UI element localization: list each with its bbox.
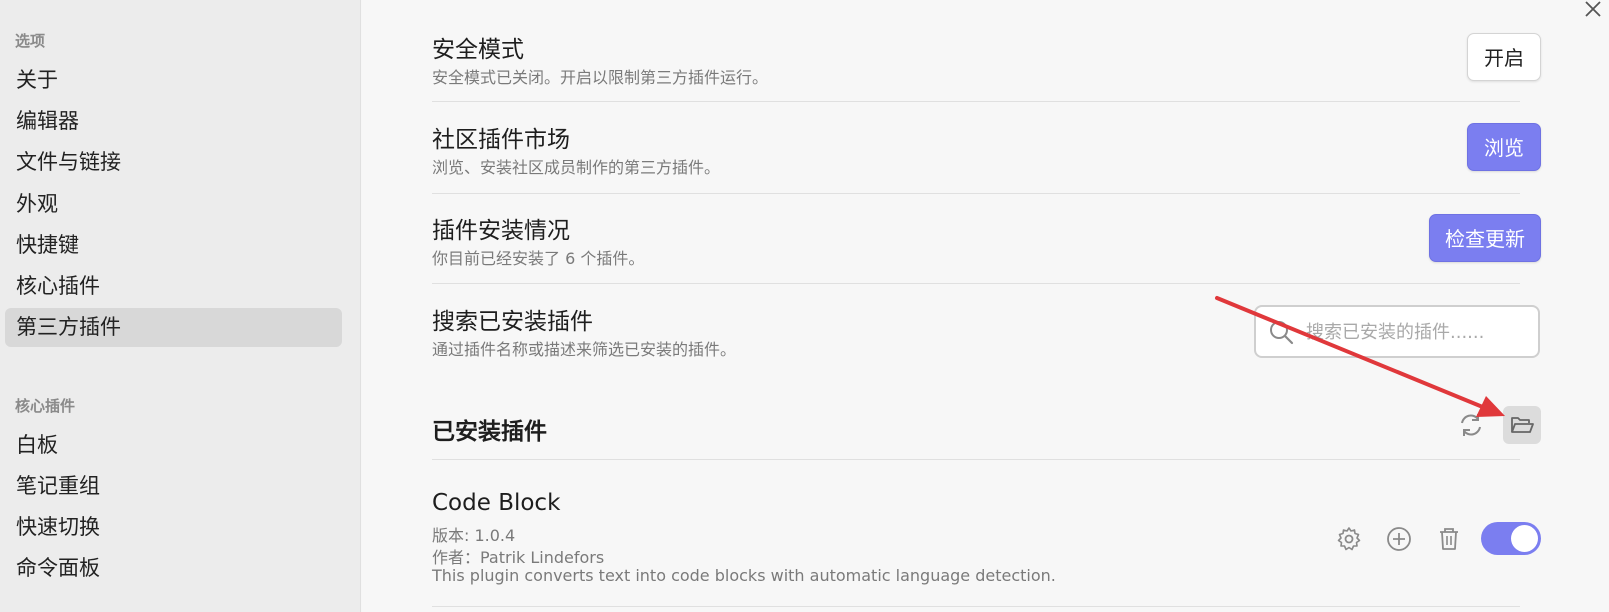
toggle-knob — [1511, 525, 1538, 552]
nav-item-appearance[interactable]: 外观 — [5, 185, 342, 224]
reload-icon — [1461, 414, 1481, 436]
plugin-description: This plugin converts text into code bloc… — [432, 566, 1056, 585]
install-status-title: 插件安装情况 — [432, 218, 570, 244]
open-plugins-folder-button[interactable] — [1503, 406, 1541, 444]
close-button[interactable] — [1581, 0, 1605, 22]
divider — [432, 606, 1520, 607]
nav-item-core-plugins[interactable]: 核心插件 — [5, 267, 342, 306]
trash-icon — [1440, 528, 1458, 550]
installed-plugins-heading: 已安装插件 — [432, 419, 547, 445]
search-installed-input[interactable] — [1306, 317, 1526, 347]
community-market-title: 社区插件市场 — [432, 127, 570, 153]
check-updates-button[interactable]: 检查更新 — [1429, 214, 1541, 262]
search-installed-title: 搜索已安装插件 — [432, 309, 593, 335]
search-installed-desc: 通过插件名称或描述来筛选已安装的插件。 — [432, 340, 737, 359]
settings-sidebar: 选项 关于 编辑器 文件与链接 外观 快捷键 核心插件 第三方插件 核心插件 白… — [0, 0, 361, 612]
search-icon — [1270, 321, 1294, 345]
options-section-title: 选项 — [15, 32, 46, 50]
nav-item-command-palette[interactable]: 命令面板 — [5, 549, 342, 588]
divider — [432, 283, 1520, 284]
install-status-desc: 你目前已经安装了 6 个插件。 — [432, 249, 645, 268]
safe-mode-enable-button[interactable]: 开启 — [1467, 33, 1541, 81]
community-market-desc: 浏览、安装社区成员制作的第三方插件。 — [432, 158, 721, 177]
core-plugins-section-title: 核心插件 — [15, 397, 76, 415]
safe-mode-desc: 安全模式已关闭。开启以限制第三方插件运行。 — [432, 68, 769, 87]
divider — [432, 193, 1520, 194]
nav-item-quick-switcher[interactable]: 快速切换 — [5, 508, 342, 547]
plugin-uninstall-button[interactable] — [1430, 520, 1468, 558]
nav-item-hotkeys[interactable]: 快捷键 — [5, 226, 342, 265]
settings-content: 安全模式 安全模式已关闭。开启以限制第三方插件运行。 开启 社区插件市场 浏览、… — [362, 0, 1609, 612]
plugin-enable-toggle[interactable] — [1481, 522, 1541, 555]
nav-item-files-links[interactable]: 文件与链接 — [5, 143, 342, 182]
plugin-version: 版本: 1.0.4 — [432, 526, 516, 545]
plugin-settings-button[interactable] — [1330, 520, 1368, 558]
nav-item-about[interactable]: 关于 — [5, 61, 342, 100]
gear-icon — [1337, 527, 1361, 551]
safe-mode-title: 安全模式 — [432, 37, 524, 63]
nav-item-community-plugins[interactable]: 第三方插件 — [5, 308, 342, 347]
plugin-name: Code Block — [432, 490, 561, 516]
close-icon — [1585, 1, 1601, 17]
divider — [432, 101, 1520, 102]
nav-item-note-composer[interactable]: 笔记重组 — [5, 467, 342, 506]
plugin-hotkeys-button[interactable] — [1380, 520, 1418, 558]
reload-plugins-button[interactable] — [1452, 406, 1490, 444]
search-installed-field[interactable] — [1254, 305, 1540, 358]
folder-open-icon — [1511, 417, 1534, 433]
browse-button[interactable]: 浏览 — [1467, 123, 1541, 171]
plus-circle-icon — [1387, 527, 1411, 551]
nav-item-editor[interactable]: 编辑器 — [5, 102, 342, 141]
nav-item-canvas[interactable]: 白板 — [5, 426, 342, 465]
divider — [432, 459, 1520, 460]
plugin-author: 作者：Patrik Lindefors — [432, 548, 605, 567]
